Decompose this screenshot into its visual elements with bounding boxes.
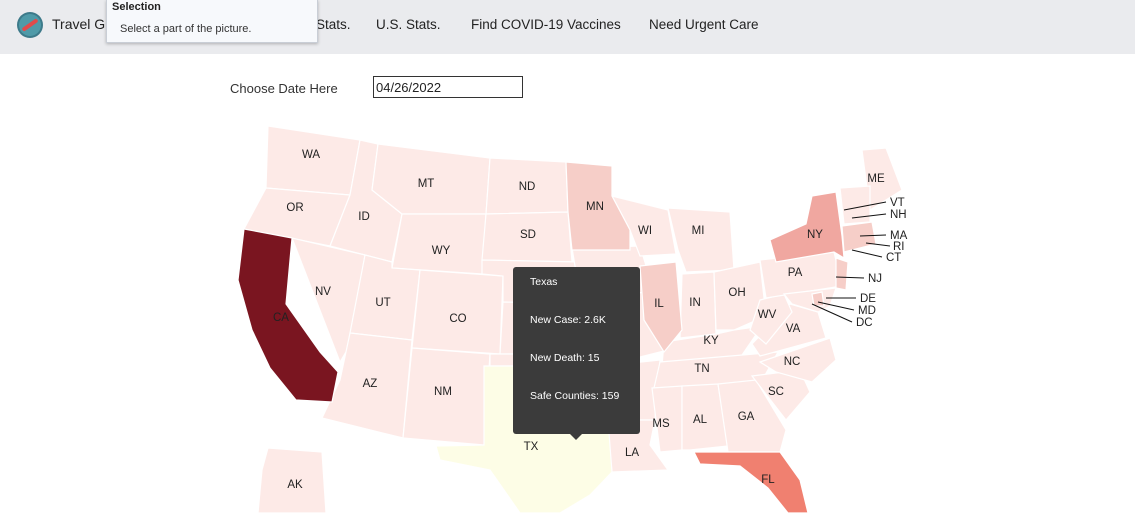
state-nj[interactable] [835,257,849,291]
state-mi[interactable] [667,207,735,273]
label-wy: WY [432,245,451,257]
label-vt: VT [890,197,905,209]
label-in: IN [689,297,701,309]
state-ny[interactable] [769,191,845,263]
tooltip-arrow [570,434,582,440]
label-co: CO [449,313,466,325]
label-nm: NM [434,386,452,398]
state-de[interactable] [811,291,825,307]
label-pa: PA [788,267,803,279]
label-me: ME [867,173,885,185]
label-de: DE [860,293,876,305]
label-tx: TX [524,441,539,453]
label-nh: NH [890,209,907,221]
hover-safe-counties: Safe Counties: 159 [530,390,620,402]
label-ca: CA [273,312,289,324]
label-ms: MS [652,418,670,430]
label-ak: AK [287,479,303,491]
label-dc: DC [856,317,873,329]
label-tn: TN [694,363,709,375]
label-ut: UT [375,297,390,309]
label-ga: GA [738,411,755,423]
label-id: ID [358,211,370,223]
label-md: MD [858,305,876,317]
label-sc: SC [768,386,784,398]
state-co[interactable] [411,269,504,355]
label-mn: MN [586,201,604,213]
label-al: AL [693,414,708,426]
label-ny: NY [807,229,823,241]
us-map: WA OR CA NV ID MT WY UT CO AZ NM ND SD N… [237,125,908,513]
state-wy[interactable] [391,213,487,275]
state-hover-tooltip: Texas New Case: 2.6K New Death: 15 Safe … [513,267,640,434]
label-fl: FL [761,474,775,486]
state-fl[interactable] [693,451,809,513]
label-or: OR [286,202,303,214]
label-az: AZ [363,378,378,390]
label-va: VA [786,323,801,335]
label-wv: WV [758,309,777,321]
label-wa: WA [302,149,320,161]
label-sd: SD [520,229,536,241]
hover-state-name: Texas [530,276,558,288]
label-wi: WI [638,225,652,237]
hover-new-case: New Case: 2.6K [530,314,606,326]
label-ct: CT [886,252,901,264]
label-nd: ND [519,181,536,193]
label-il: IL [654,298,664,310]
label-la: LA [625,447,639,459]
label-nv: NV [315,286,331,298]
label-nj: NJ [868,273,882,285]
label-nc: NC [784,356,801,368]
label-ky: KY [703,335,719,347]
state-ma-ri-ct[interactable] [841,221,877,253]
hover-new-death: New Death: 15 [530,352,600,364]
label-oh: OH [728,287,745,299]
label-mt: MT [418,178,435,190]
label-mi: MI [692,225,705,237]
state-vt-nh[interactable] [839,185,871,225]
